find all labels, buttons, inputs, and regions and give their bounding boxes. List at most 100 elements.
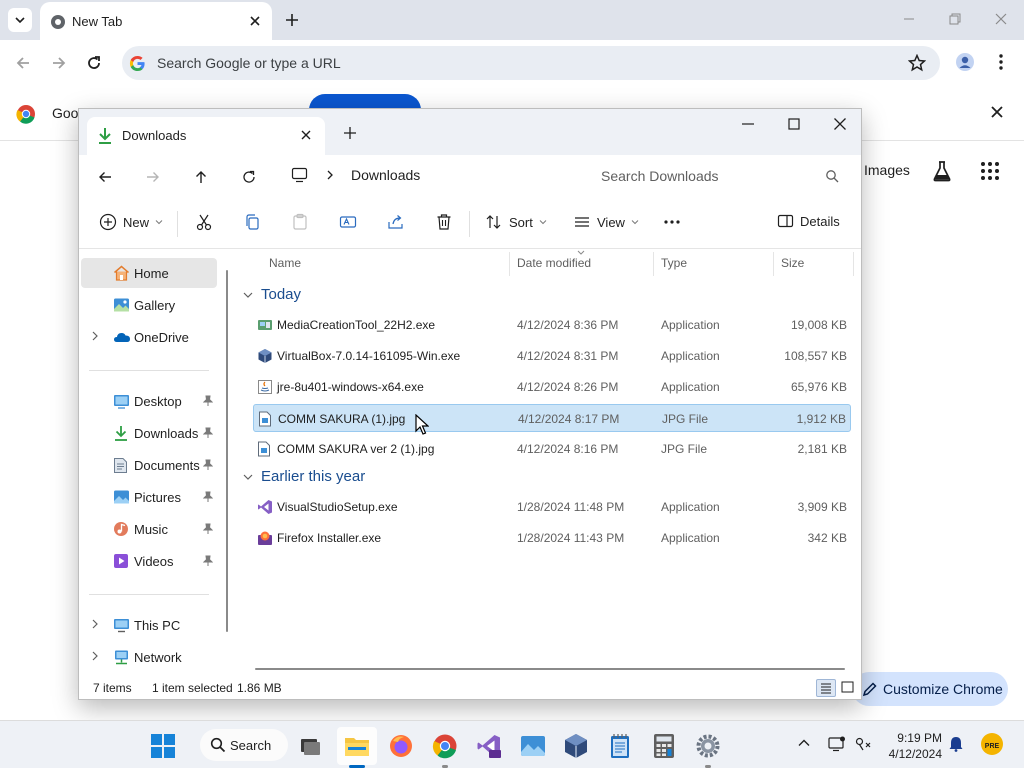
paste-clipboard-icon[interactable] <box>291 213 309 231</box>
group-header-earlier[interactable]: Earlier this year <box>243 468 365 485</box>
virtualbox-icon[interactable] <box>563 733 589 759</box>
more-options-icon[interactable] <box>663 213 681 231</box>
customize-chrome-button[interactable]: Customize Chrome <box>852 672 1008 706</box>
minimize-icon[interactable] <box>902 12 916 26</box>
details-pane-button[interactable]: Details <box>777 213 840 229</box>
taskbar-file-explorer[interactable] <box>337 727 377 765</box>
reload-icon[interactable] <box>85 54 103 72</box>
photos-icon[interactable] <box>520 733 546 759</box>
table-row[interactable]: COMM SAKURA ver 2 (1).jpg 4/12/2024 8:16… <box>253 435 851 463</box>
sidebar-item-network[interactable]: Network <box>81 642 217 672</box>
pin-icon[interactable] <box>203 491 213 503</box>
chevron-up-icon[interactable] <box>797 736 811 750</box>
column-header-name[interactable]: Name <box>269 256 301 270</box>
start-icon[interactable] <box>150 733 176 759</box>
sidebar-item-pictures[interactable]: Pictures <box>81 482 217 512</box>
address-current-folder[interactable]: Downloads <box>351 167 420 183</box>
details-view-button[interactable] <box>816 679 836 697</box>
ntp-images-link[interactable]: Images <box>864 162 910 178</box>
table-row[interactable]: VisualStudioSetup.exe 1/28/2024 11:48 PM… <box>253 493 851 521</box>
visual-studio-icon[interactable] <box>476 733 502 759</box>
bookmark-star-icon[interactable] <box>908 54 926 72</box>
calculator-icon[interactable] <box>651 733 677 759</box>
chrome-icon[interactable] <box>432 733 458 759</box>
sidebar-item-onedrive[interactable]: OneDrive <box>81 322 217 352</box>
profile-avatar-icon[interactable] <box>955 52 975 72</box>
labs-flask-icon[interactable] <box>932 160 952 182</box>
sort-button[interactable]: Sort <box>485 213 547 231</box>
column-header-type[interactable]: Type <box>661 256 687 270</box>
restore-icon[interactable] <box>948 12 962 26</box>
display-icon[interactable] <box>828 736 846 752</box>
taskbar-search-button[interactable]: Search <box>200 729 288 761</box>
chrome-tab-new-tab[interactable]: New Tab <box>40 2 272 40</box>
close-icon[interactable] <box>299 128 313 142</box>
sidebar-item-music[interactable]: Music <box>81 514 217 544</box>
explorer-tab-downloads[interactable]: Downloads <box>87 117 325 155</box>
notepad-icon[interactable] <box>607 733 633 759</box>
column-header-date[interactable]: Date modified <box>517 256 591 270</box>
sidebar-item-videos[interactable]: Videos <box>81 546 217 576</box>
firefox-icon[interactable] <box>388 733 414 759</box>
close-window-icon[interactable] <box>994 12 1008 26</box>
forward-arrow-icon[interactable] <box>145 169 161 185</box>
taskbar-clock[interactable]: 9:19 PM 4/12/2024 <box>884 730 942 762</box>
minimize-icon[interactable] <box>741 117 755 131</box>
settings-icon[interactable] <box>695 733 721 759</box>
sidebar-item-this-pc[interactable]: This PC <box>81 610 217 640</box>
rename-icon[interactable] <box>339 213 357 231</box>
sidebar-item-gallery[interactable]: Gallery <box>81 290 217 320</box>
column-header-size[interactable]: Size <box>781 256 804 270</box>
cut-scissors-icon[interactable] <box>195 213 213 231</box>
google-apps-icon[interactable] <box>980 161 1000 181</box>
pin-icon[interactable] <box>203 459 213 471</box>
up-arrow-icon[interactable] <box>193 169 209 185</box>
maximize-icon[interactable] <box>787 117 801 131</box>
table-row[interactable]: jre-8u401-windows-x64.exe 4/12/2024 8:26… <box>253 373 851 401</box>
table-row[interactable]: VirtualBox-7.0.14-161095-Win.exe 4/12/20… <box>253 342 851 370</box>
pin-icon[interactable] <box>203 523 213 535</box>
preview-badge-icon[interactable]: PRE <box>980 732 1004 756</box>
tab-search-button[interactable] <box>8 8 32 32</box>
sidebar-item-desktop[interactable]: Desktop <box>81 386 217 416</box>
horizontal-scrollbar[interactable] <box>255 668 845 670</box>
sidebar-item-documents[interactable]: Documents <box>81 450 217 480</box>
column-divider[interactable] <box>853 252 854 276</box>
task-view-icon[interactable] <box>298 733 324 759</box>
table-row[interactable]: MediaCreationTool_22H2.exe 4/12/2024 8:3… <box>253 311 851 339</box>
new-tab-plus-icon[interactable] <box>283 11 301 29</box>
new-button[interactable]: New <box>99 213 163 231</box>
table-row-selected[interactable]: COMM SAKURA (1).jpg 4/12/2024 8:17 PM JP… <box>253 404 851 432</box>
group-header-today[interactable]: Today <box>243 286 301 303</box>
copy-icon[interactable] <box>243 213 261 231</box>
sidebar-item-downloads[interactable]: Downloads <box>81 418 217 448</box>
table-row[interactable]: Firefox Installer.exe 1/28/2024 11:43 PM… <box>253 524 851 552</box>
back-arrow-icon[interactable] <box>97 169 113 185</box>
chevron-right-icon[interactable] <box>91 651 99 661</box>
delete-trash-icon[interactable] <box>435 213 453 231</box>
share-icon[interactable] <box>387 213 405 231</box>
search-box[interactable]: Search Downloads <box>591 159 855 191</box>
infobar-close-icon[interactable] <box>990 105 1004 119</box>
column-divider[interactable] <box>773 252 774 276</box>
column-divider[interactable] <box>509 252 510 276</box>
large-icons-view-button[interactable] <box>838 679 858 697</box>
network-volume-icon[interactable] <box>854 736 872 752</box>
refresh-icon[interactable] <box>241 169 257 185</box>
pin-icon[interactable] <box>203 427 213 439</box>
back-arrow-icon[interactable] <box>14 54 32 72</box>
view-button[interactable]: View <box>573 213 639 231</box>
sidebar-item-home[interactable]: Home <box>81 258 217 288</box>
sidebar-scrollbar[interactable] <box>226 270 228 632</box>
column-divider[interactable] <box>653 252 654 276</box>
forward-arrow-icon[interactable] <box>50 54 68 72</box>
address-bar[interactable]: Downloads <box>285 159 579 191</box>
chevron-right-icon[interactable] <box>91 619 99 629</box>
notification-bell-icon[interactable] <box>949 736 963 752</box>
close-icon[interactable] <box>248 14 262 28</box>
chevron-right-icon[interactable] <box>91 331 99 341</box>
pin-icon[interactable] <box>203 395 213 407</box>
more-menu-icon[interactable] <box>995 53 1007 71</box>
pin-icon[interactable] <box>203 555 213 567</box>
close-window-icon[interactable] <box>833 117 847 131</box>
